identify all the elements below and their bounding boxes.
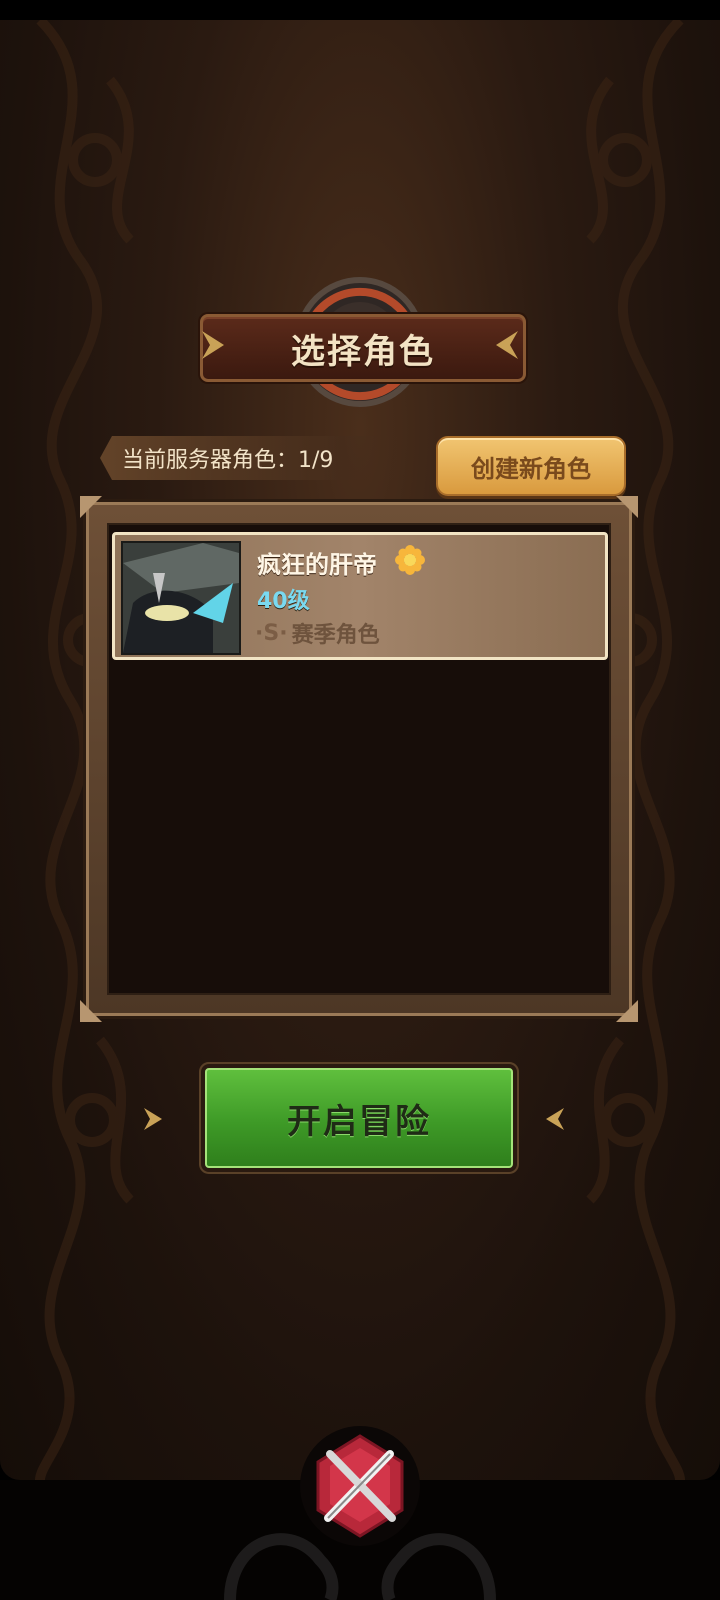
character-name: 疯狂的肝帝 — [257, 551, 377, 579]
arrow-right-icon — [546, 1108, 564, 1130]
flower-icon — [395, 545, 425, 575]
season-s-icon: ·S· — [255, 620, 288, 646]
leaf-ornament-right-icon — [496, 331, 518, 359]
character-portrait-icon — [123, 543, 239, 653]
arrow-left-icon — [144, 1108, 162, 1130]
character-level: 40级 — [257, 589, 310, 614]
start-adventure-label: 开启冒险 — [287, 1101, 431, 1142]
server-character-count-label: 当前服务器角色：1/9 — [122, 448, 334, 473]
status-bar — [0, 0, 720, 20]
create-character-label: 创建新角色 — [471, 454, 591, 483]
title-banner: 选择角色 — [200, 314, 526, 382]
character-list-item[interactable]: 疯狂的肝帝 40级 ·S· 赛季角色 — [112, 532, 608, 660]
start-adventure-button[interactable]: 开启冒险 — [205, 1068, 513, 1168]
season-label: 赛季角色 — [291, 623, 380, 648]
character-avatar — [121, 541, 241, 655]
crossed-swords-emblem-icon — [300, 1426, 420, 1546]
create-character-button[interactable]: 创建新角色 — [436, 436, 626, 496]
leaf-ornament-left-icon — [202, 331, 224, 359]
season-tag: ·S· 赛季角色 — [255, 617, 380, 649]
page-title: 选择角色 — [291, 331, 435, 372]
server-character-count: 当前服务器角色：1/9 — [100, 436, 400, 480]
